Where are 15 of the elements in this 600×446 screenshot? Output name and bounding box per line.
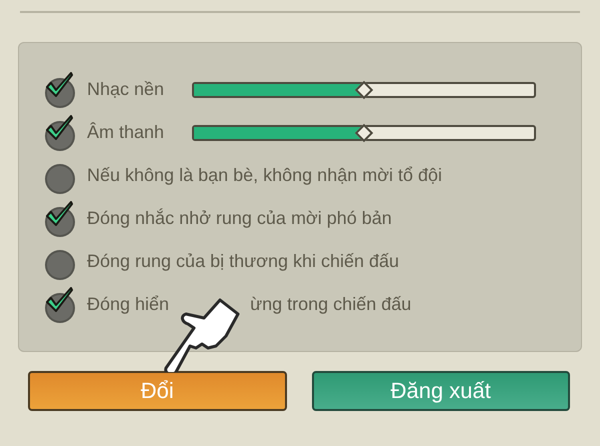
setting-label: Đóng rung của bị thương khi chiến đấu	[87, 251, 400, 272]
setting-label: Nếu không là bạn bè, không nhận mời tổ đội	[87, 165, 442, 186]
action-button[interactable]: Đổi	[28, 371, 286, 411]
checkbox[interactable]	[44, 200, 76, 236]
checkbox[interactable]	[44, 114, 76, 150]
volume-slider[interactable]	[192, 82, 536, 98]
setting-label: Đóng hiển	[87, 294, 170, 315]
volume-slider[interactable]	[192, 124, 536, 140]
checkbox[interactable]	[44, 286, 76, 322]
setting-label: Đóng nhắc nhở rung của mời phó bản	[87, 208, 392, 229]
setting-label: ừng trong chiến đấu	[250, 294, 412, 315]
setting-label: Âm thanh	[87, 122, 166, 143]
setting-label: Nhạc nền	[87, 79, 166, 100]
checkbox[interactable]	[44, 72, 76, 108]
action-button[interactable]: Đăng xuất	[312, 371, 570, 411]
